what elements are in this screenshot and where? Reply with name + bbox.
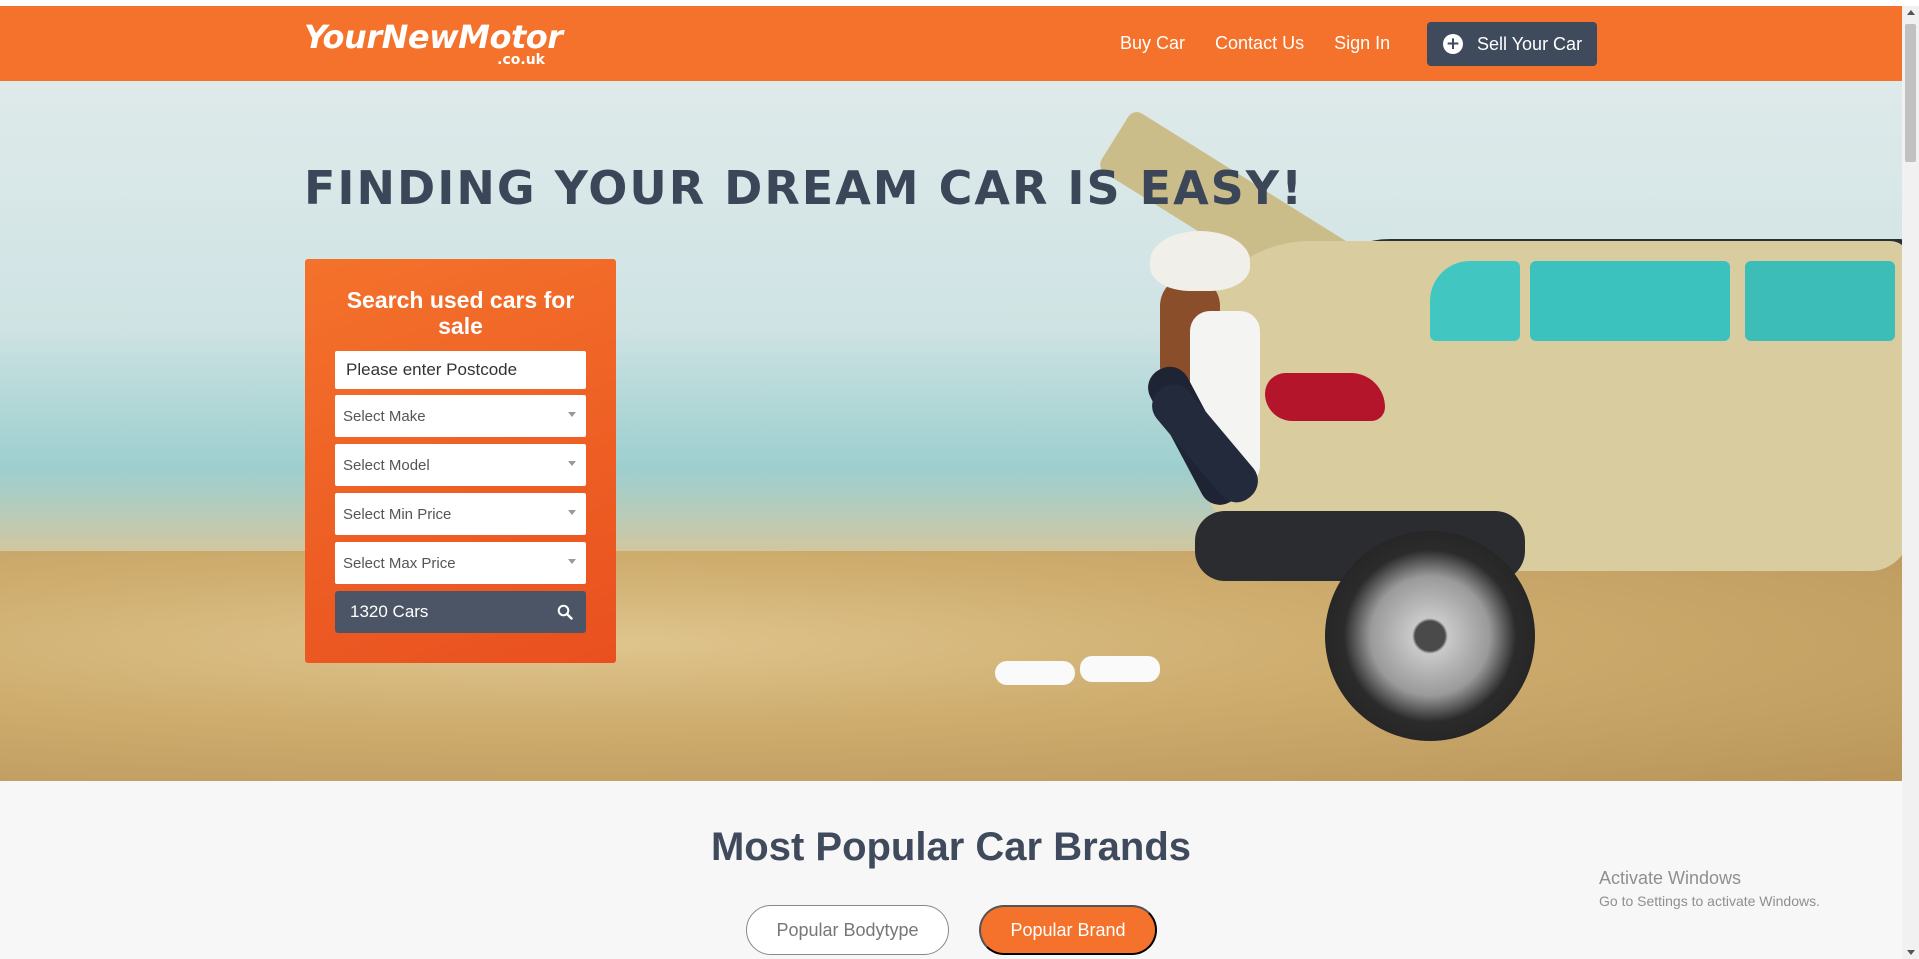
tab-popular-bodytype[interactable]: Popular Bodytype <box>746 905 949 955</box>
search-submit-button[interactable]: 1320 Cars <box>335 591 586 633</box>
logo-main-text: YourNewMotor <box>304 18 563 56</box>
chevron-down-icon <box>568 461 576 466</box>
woman-shoe <box>1080 656 1160 682</box>
make-select[interactable]: Select Make <box>335 395 586 437</box>
navbar: YourNewMotor .co.uk Buy Car Contact Us S… <box>0 6 1902 81</box>
min-price-select-label: Select Min Price <box>343 505 452 523</box>
postcode-input[interactable] <box>335 351 586 389</box>
scroll-down-icon[interactable] <box>1907 950 1915 955</box>
min-price-select[interactable]: Select Min Price <box>335 493 586 535</box>
search-icon <box>557 604 573 620</box>
car-window <box>1745 261 1895 341</box>
max-price-select[interactable]: Select Max Price <box>335 542 586 584</box>
watermark-line-1: Activate Windows <box>1599 868 1742 888</box>
nav-sign-in[interactable]: Sign In <box>1334 28 1390 58</box>
model-select-label: Select Model <box>343 456 430 474</box>
car-wheel <box>1325 531 1535 741</box>
nav-buy-car[interactable]: Buy Car <box>1120 28 1185 58</box>
sell-your-car-button[interactable]: + Sell Your Car <box>1427 22 1597 66</box>
section-title-popular-brands: Most Popular Car Brands <box>710 825 1192 869</box>
nav-contact-us[interactable]: Contact Us <box>1215 28 1304 58</box>
scroll-up-icon[interactable] <box>1907 10 1915 15</box>
woman-hat <box>1150 231 1250 291</box>
search-heading: Search used cars for sale <box>346 287 575 339</box>
main-nav: Buy Car Contact Us Sign In <box>1120 28 1420 58</box>
chevron-down-icon <box>568 559 576 564</box>
watermark-line-2: Go to Settings to activate Windows. <box>1599 893 1820 909</box>
windows-activation-watermark: Activate Windows Go to Settings to activ… <box>1599 868 1820 909</box>
make-select-label: Select Make <box>343 407 426 425</box>
brand-toggle-group: Popular Bodytype Popular Brand <box>746 905 1157 955</box>
hero-banner: FINDING YOUR DREAM CAR IS EASY! Search u… <box>0 81 1902 781</box>
hero-ground <box>0 551 1902 781</box>
car-window <box>1430 261 1520 341</box>
site-logo[interactable]: YourNewMotor .co.uk <box>304 18 563 70</box>
tab-popular-brand[interactable]: Popular Brand <box>979 905 1157 955</box>
car-window <box>1530 261 1730 341</box>
page-scrollbar[interactable] <box>1902 6 1919 959</box>
search-panel: Search used cars for sale Select Make Se… <box>305 259 616 663</box>
chevron-down-icon <box>568 412 576 417</box>
plus-icon: + <box>1443 34 1463 54</box>
hero-title: FINDING YOUR DREAM CAR IS EASY! <box>304 161 1305 215</box>
logo-sub-text: .co.uk <box>497 52 545 68</box>
chevron-down-icon <box>568 510 576 515</box>
scrollbar-thumb[interactable] <box>1905 24 1916 162</box>
search-submit-label: 1320 Cars <box>350 602 429 621</box>
max-price-select-label: Select Max Price <box>343 554 456 572</box>
woman-shoe <box>995 661 1075 685</box>
sell-your-car-label: Sell Your Car <box>1477 33 1583 54</box>
car-taillight <box>1265 373 1385 421</box>
model-select[interactable]: Select Model <box>335 444 586 486</box>
